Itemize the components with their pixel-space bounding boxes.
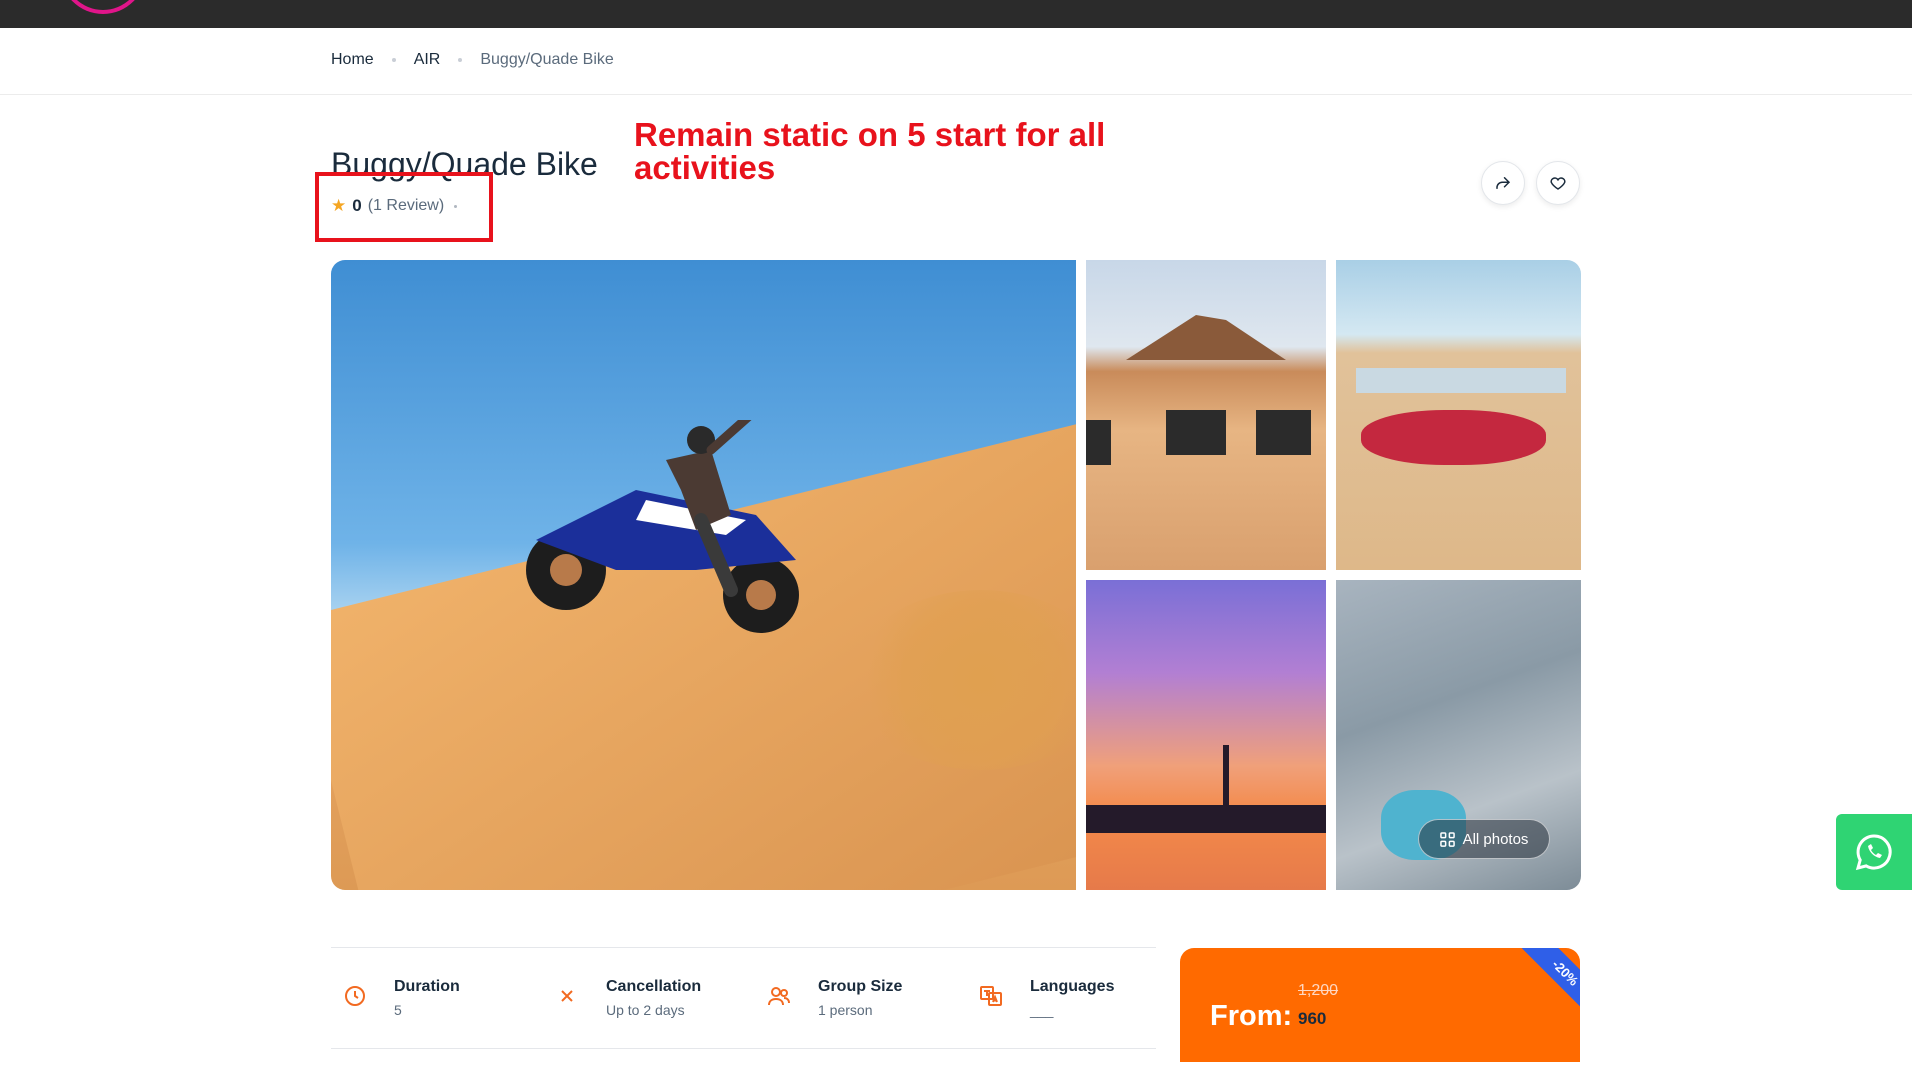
quad-bikes-desert-scene [1086,315,1311,465]
tower-silhouette [1223,745,1229,807]
discount-ribbon: -20% [1516,948,1580,1022]
all-photos-label: All photos [1462,830,1529,848]
camp-carpet [1361,410,1546,465]
quad-bike-rider [526,420,799,633]
breadcrumb-category[interactable]: AIR [414,51,441,69]
camp-tents [1356,368,1566,393]
share-icon [1496,177,1510,189]
grid-icon [1439,831,1455,847]
annotation-note: Remain static on 5 start for all activit… [634,116,1106,186]
all-photos-button[interactable]: All photos [1418,819,1550,859]
heart-icon [1550,177,1566,190]
price-header: -20% 1,200 From: 960 [1180,948,1580,1062]
fact-value: Up to 2 days [606,1002,685,1018]
from-label: From: [1210,1000,1293,1032]
fact-label: Cancellation [606,978,702,995]
breadcrumb: Home AIR Buggy/Quade Bike [331,51,614,69]
fact-value: 5 [394,1002,402,1018]
old-price: 1,200 [1298,982,1339,999]
skyline-silhouette [1086,805,1326,833]
breadcrumb-home[interactable]: Home [331,51,374,69]
whatsapp-chat-button[interactable] [1836,814,1912,890]
activity-facts: Duration 5 Cancellation Up to 2 days Gro… [331,947,1156,1049]
gallery-thumb-desert-quads[interactable] [1086,260,1326,570]
fact-value: 1 person [818,1002,873,1018]
booking-price-card: -20% 1,200 From: 960 [1180,948,1580,1078]
current-price: 960 [1298,1009,1327,1028]
site-logo[interactable] [60,0,146,14]
gallery-main-image[interactable] [331,260,1076,890]
close-x-icon [561,990,573,1002]
share-button[interactable] [1481,161,1525,205]
users-icon [768,987,790,1006]
site-header [0,0,1912,28]
wishlist-button[interactable] [1536,161,1580,205]
fact-label: Group Size [818,978,903,995]
clock-icon [345,986,365,1006]
breadcrumb-bar: Home AIR Buggy/Quade Bike [0,28,1912,95]
fact-label: Duration [394,978,460,995]
breadcrumb-current: Buggy/Quade Bike [480,51,614,68]
annotation-highlight-box [315,172,493,242]
breadcrumb-separator [391,58,396,62]
fact-value: ___ [1030,1002,1054,1018]
fact-label: Languages [1030,978,1115,995]
breadcrumb-separator [458,58,463,62]
gallery-thumb-skyline-sunset[interactable] [1086,580,1326,890]
translate-icon [980,986,1002,1006]
whatsapp-icon [1855,834,1892,871]
gallery-thumb-desert-camp[interactable] [1336,260,1581,570]
